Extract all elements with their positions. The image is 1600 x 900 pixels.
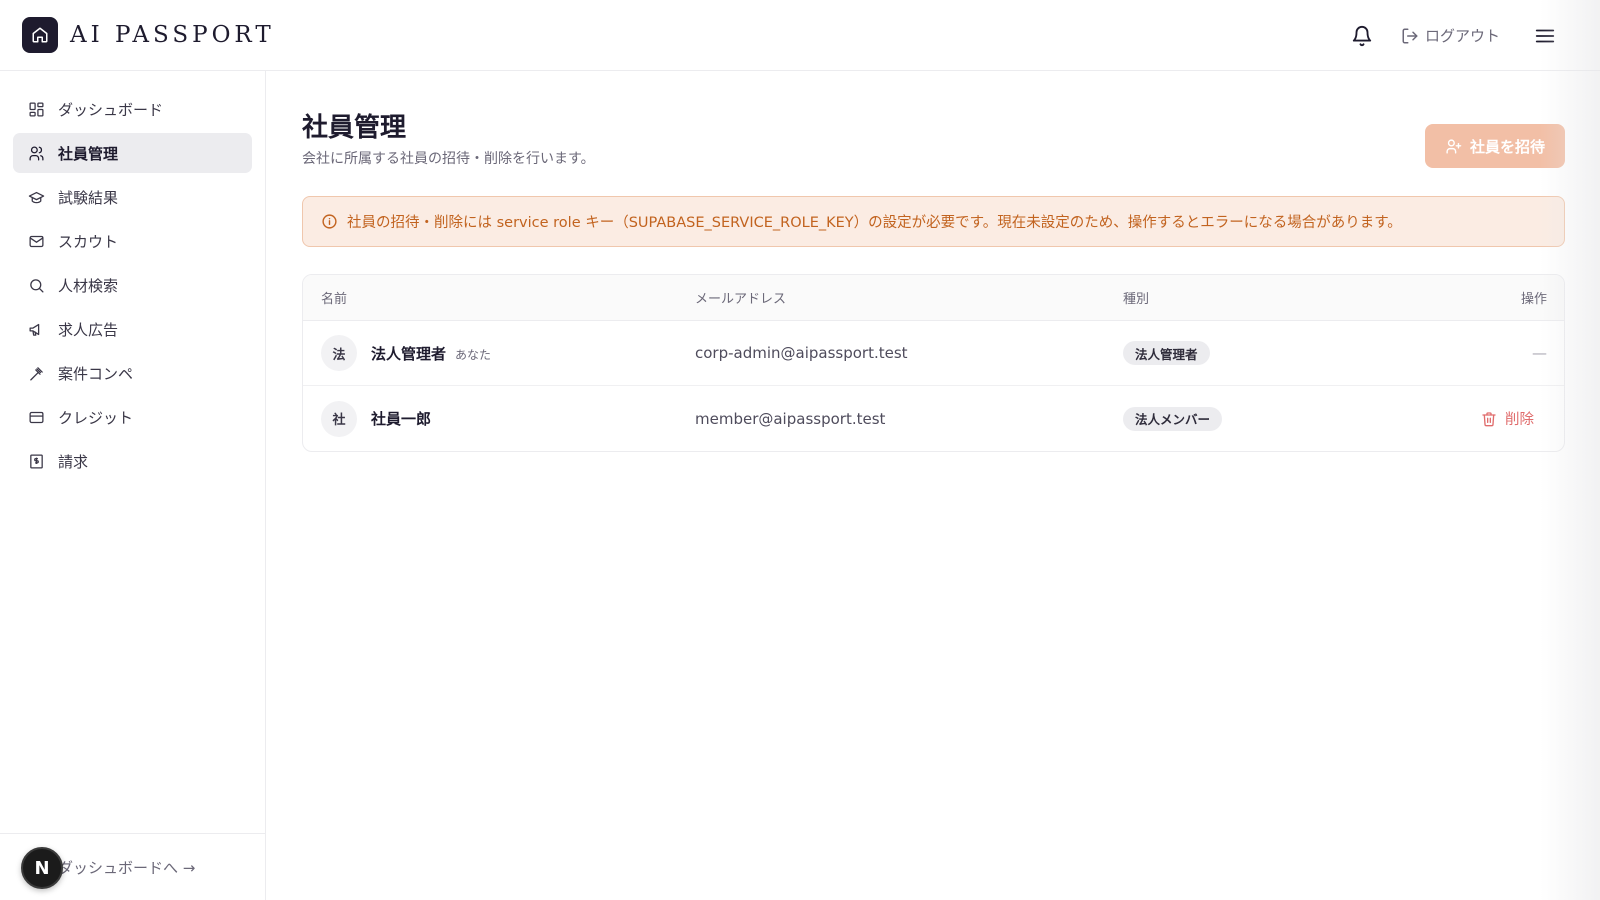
megaphone-icon — [27, 320, 45, 338]
top-header: AI PASSPORT ログアウト — [0, 0, 1600, 71]
sidebar-item-job-ads[interactable]: 求人広告 — [13, 309, 252, 349]
logo[interactable]: AI PASSPORT — [22, 17, 275, 53]
table-row: 社 社員一郎 member@aipassport.test 法人メンバー 削除 — [303, 386, 1564, 451]
notification-bell-icon[interactable] — [1351, 25, 1373, 47]
column-header-action: 操作 — [1520, 292, 1547, 307]
table-header: 名前 メールアドレス 種別 操作 — [303, 275, 1564, 321]
main-content: 社員管理 会社に所属する社員の招待・削除を行います。 社員を招待 社員の招待・削… — [302, 71, 1565, 900]
search-icon — [27, 276, 45, 294]
sidebar-item-label: クレジット — [58, 408, 134, 427]
employee-email: corp-admin@aipassport.test — [695, 344, 908, 362]
users-icon — [27, 144, 45, 162]
employee-name-text: 法人管理者 — [371, 344, 447, 363]
back-to-dashboard-link[interactable]: ダッシュボードへ → — [58, 857, 195, 878]
employee-name: 法人管理者 あなた — [371, 343, 491, 364]
employee-name-text: 社員一郎 — [371, 410, 432, 428]
invite-employee-button[interactable]: 社員を招待 — [1425, 124, 1565, 168]
header-actions: ログアウト — [1351, 0, 1556, 71]
mail-icon — [27, 232, 45, 250]
sidebar-item-employees[interactable]: 社員管理 — [13, 133, 252, 173]
dashboard-icon — [27, 100, 45, 118]
sidebar-item-label: 社員管理 — [58, 144, 119, 163]
employees-table: 名前 メールアドレス 種別 操作 法 法人管理者 あなた corp-admin@… — [302, 274, 1565, 452]
info-icon — [321, 213, 338, 230]
page-subtitle: 会社に所属する社員の招待・削除を行います。 — [302, 151, 595, 167]
table-row: 法 法人管理者 あなた corp-admin@aipassport.test 法… — [303, 321, 1564, 386]
sidebar-item-label: 求人広告 — [58, 320, 119, 339]
column-header-email: メールアドレス — [695, 292, 787, 307]
trash-icon — [1482, 411, 1496, 426]
menu-icon[interactable] — [1534, 25, 1556, 47]
sidebar-item-exam-results[interactable]: 試験結果 — [13, 177, 252, 217]
sidebar-item-label: 人材検索 — [58, 276, 119, 295]
invite-button-label: 社員を招待 — [1469, 137, 1545, 156]
column-header-type: 種別 — [1123, 292, 1150, 307]
sidebar-item-billing[interactable]: 請求 — [13, 441, 252, 481]
delete-label: 削除 — [1505, 412, 1534, 428]
column-header-name: 名前 — [321, 292, 348, 307]
role-badge: 法人メンバー — [1123, 406, 1223, 431]
sidebar-item-label: スカウト — [58, 232, 119, 251]
credit-card-icon — [27, 408, 45, 426]
framework-badge[interactable]: N — [21, 847, 63, 889]
sidebar-item-scout[interactable]: スカウト — [13, 221, 252, 261]
you-tag: あなた — [455, 347, 492, 362]
sidebar: ダッシュボード 社員管理 試験結果 スカウト 人材検索 求人広告 案件コンペ ク… — [0, 71, 266, 900]
home-icon — [22, 17, 58, 53]
sidebar-item-credits[interactable]: クレジット — [13, 397, 252, 437]
warning-alert: 社員の招待・削除には service role キー（SUPABASE_SERV… — [302, 196, 1565, 247]
sidebar-item-talent-search[interactable]: 人材検索 — [13, 265, 252, 305]
alert-text: 社員の招待・削除には service role キー（SUPABASE_SERV… — [347, 215, 1402, 231]
sidebar-nav: ダッシュボード 社員管理 試験結果 スカウト 人材検索 求人広告 案件コンペ ク… — [0, 71, 265, 481]
page-title: 社員管理 — [302, 113, 407, 143]
employee-email: member@aipassport.test — [695, 409, 886, 428]
role-badge: 法人管理者 — [1123, 341, 1210, 365]
logout-icon — [1402, 28, 1418, 43]
sidebar-item-label: 案件コンペ — [58, 364, 134, 383]
avatar: 法 — [321, 335, 357, 371]
receipt-icon — [27, 452, 45, 470]
sidebar-item-label: 試験結果 — [58, 188, 119, 207]
avatar: 社 — [321, 400, 357, 437]
gavel-icon — [27, 364, 45, 382]
sidebar-item-dashboard[interactable]: ダッシュボード — [13, 89, 252, 129]
sidebar-item-label: 請求 — [58, 452, 89, 471]
no-action: — — [1532, 344, 1547, 362]
logout-button[interactable]: ログアウト — [1401, 25, 1500, 46]
sidebar-footer: N ダッシュボードへ → — [0, 833, 265, 900]
sidebar-item-competitions[interactable]: 案件コンペ — [13, 353, 252, 393]
employee-name: 社員一郎 — [371, 408, 431, 429]
user-plus-icon — [1446, 138, 1462, 154]
delete-button[interactable]: 削除 — [1481, 408, 1534, 429]
sidebar-item-label: ダッシュボード — [58, 100, 164, 119]
logout-label: ログアウト — [1424, 27, 1500, 45]
graduation-cap-icon — [27, 188, 45, 206]
logo-text: AI PASSPORT — [70, 22, 275, 48]
